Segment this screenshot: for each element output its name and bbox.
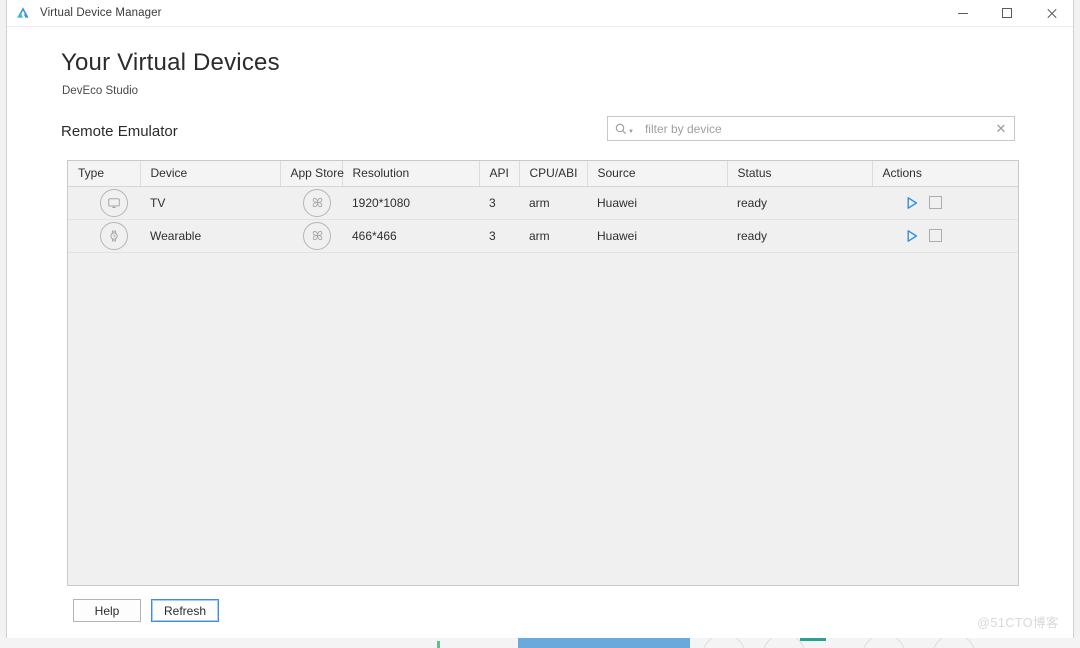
- cell-status: ready: [727, 219, 872, 253]
- table-header-row: Type Device App Store Resolution API CPU…: [68, 161, 1018, 187]
- watermark: @51CTO博客: [977, 616, 1059, 630]
- cell-type: [68, 219, 140, 253]
- cell-app-store: [280, 219, 342, 253]
- cell-status: ready: [727, 186, 872, 220]
- desktop-background: Virtual Device Manager Your Virtual Devi…: [0, 0, 1080, 648]
- close-button[interactable]: [1029, 0, 1073, 26]
- column-header-resolution[interactable]: Resolution: [342, 161, 480, 187]
- page-title: Your Virtual Devices: [61, 49, 280, 76]
- cell-resolution: 1920*1080: [342, 186, 479, 220]
- page-subtitle: DevEco Studio: [62, 85, 139, 97]
- page-header: Your Virtual Devices DevEco Studio: [7, 27, 1073, 97]
- column-header-source[interactable]: Source: [587, 161, 728, 187]
- cell-actions: [872, 219, 1018, 253]
- cell-api: 3: [479, 219, 519, 253]
- clear-search-button[interactable]: ✕: [988, 117, 1014, 140]
- play-triangle-icon[interactable]: [904, 195, 920, 211]
- window-title: Virtual Device Manager: [40, 7, 162, 19]
- devices-table-panel: Type Device App Store Resolution API CPU…: [67, 160, 1019, 586]
- refresh-button[interactable]: Refresh: [151, 599, 220, 622]
- row-checkbox[interactable]: [929, 196, 942, 209]
- devices-table: Type Device App Store Resolution API CPU…: [68, 161, 1018, 253]
- column-header-app-store[interactable]: App Store: [280, 161, 344, 187]
- window-content: Your Virtual Devices DevEco Studio Remot…: [7, 27, 1073, 638]
- filter-search-box[interactable]: ▼ ✕: [607, 116, 1015, 141]
- window-titlebar: Virtual Device Manager: [7, 0, 1073, 27]
- minimize-button[interactable]: [941, 0, 985, 26]
- table-row[interactable]: TV 1920*1080 3 arm Huawei ready: [68, 186, 1018, 220]
- footer-buttons: Help Refresh: [73, 599, 1073, 622]
- taskbar-item-green: [437, 641, 440, 648]
- column-header-status[interactable]: Status: [727, 161, 873, 187]
- tv-monitor-icon: [100, 188, 128, 217]
- wearable-watch-icon: [100, 221, 128, 250]
- maximize-button[interactable]: [985, 0, 1029, 26]
- deveco-triangle-logo-icon: [17, 7, 29, 18]
- devices-table-body: TV 1920*1080 3 arm Huawei ready Wearable…: [68, 186, 1018, 253]
- maximize-icon: [1002, 8, 1012, 18]
- cell-cpu-abi: arm: [519, 186, 587, 220]
- app-gallery-clover-icon: [303, 221, 331, 250]
- row-checkbox[interactable]: [929, 229, 942, 242]
- cell-cpu-abi: arm: [519, 219, 587, 253]
- magnifier-icon: [615, 123, 626, 134]
- window-controls: [941, 0, 1073, 26]
- cell-app-store: [280, 186, 342, 220]
- virtual-device-manager-window: Virtual Device Manager Your Virtual Devi…: [6, 0, 1074, 638]
- close-icon: [1046, 8, 1057, 19]
- cell-actions: [872, 186, 1018, 220]
- cell-api: 3: [479, 186, 519, 220]
- column-header-type[interactable]: Type: [68, 161, 141, 187]
- app-gallery-clover-icon: [303, 188, 331, 217]
- column-header-actions[interactable]: Actions: [872, 161, 1018, 187]
- search-input[interactable]: [642, 120, 988, 137]
- minimize-icon: [958, 12, 968, 14]
- column-header-api[interactable]: API: [479, 161, 520, 187]
- help-button[interactable]: Help: [73, 599, 141, 622]
- cell-type: [68, 186, 140, 220]
- cell-device: Wearable: [140, 219, 280, 253]
- column-header-device[interactable]: Device: [140, 161, 281, 187]
- search-icon[interactable]: ▼: [615, 123, 634, 135]
- column-header-cpu-abi[interactable]: CPU/ABI: [519, 161, 588, 187]
- cell-source: Huawei: [587, 186, 727, 220]
- chevron-down-icon: ▼: [628, 128, 634, 135]
- cell-source: Huawei: [587, 219, 727, 253]
- table-row[interactable]: Wearable 466*466 3 arm Huawei ready: [68, 219, 1018, 253]
- play-triangle-icon[interactable]: [904, 228, 920, 244]
- cell-device: TV: [140, 186, 280, 220]
- cell-resolution: 466*466: [342, 219, 479, 253]
- section-header-row: Remote Emulator ▼ ✕: [7, 116, 1073, 151]
- devices-table-header: Type Device App Store Resolution API CPU…: [68, 161, 1018, 187]
